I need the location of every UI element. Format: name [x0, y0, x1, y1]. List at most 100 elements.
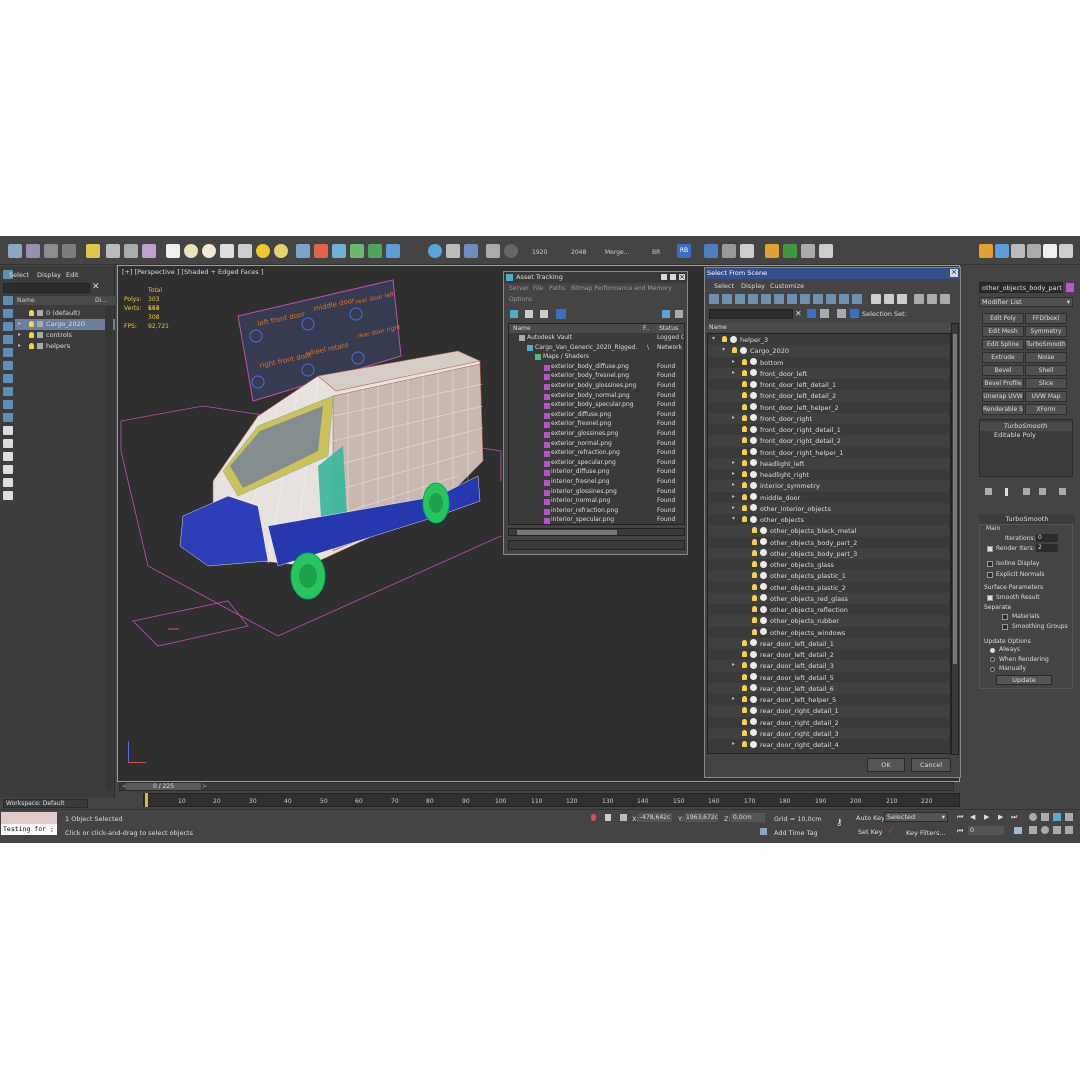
- asset-row[interactable]: interior_glossines.png Found: [509, 488, 684, 498]
- table-view-icon[interactable]: [556, 309, 566, 319]
- expand-arrow-icon[interactable]: ▸: [732, 414, 735, 421]
- smooth-result-checkbox[interactable]: [987, 595, 993, 601]
- key-icon[interactable]: ⚷: [836, 818, 843, 828]
- prev-frame-icon[interactable]: ◀: [970, 813, 975, 821]
- menu-customize[interactable]: Customize: [770, 282, 804, 290]
- light-bulb-icon[interactable]: [742, 729, 747, 736]
- menu-paths[interactable]: Paths: [549, 285, 565, 292]
- scene-object-row[interactable]: ▾ other_objects: [708, 514, 950, 525]
- explorer-search-input[interactable]: [3, 283, 90, 293]
- filter-icon[interactable]: [3, 491, 13, 500]
- expand-arrow-icon[interactable]: ▸: [732, 504, 735, 511]
- menu-select[interactable]: Select: [714, 282, 734, 290]
- light-bulb-icon[interactable]: [752, 527, 757, 534]
- snap-icon[interactable]: [296, 244, 310, 258]
- layers-icon[interactable]: [837, 309, 846, 318]
- select-from-scene-titlebar[interactable]: Select From Scene ×: [705, 268, 960, 279]
- filter-icon[interactable]: [3, 374, 13, 383]
- modifier-button[interactable]: Unwrap UVW: [982, 391, 1024, 402]
- light-bulb-icon[interactable]: [742, 437, 747, 444]
- scene-object-row[interactable]: front_door_right_helper_1: [708, 447, 950, 458]
- close-icon[interactable]: ×: [678, 273, 686, 281]
- play-icon[interactable]: ▶: [984, 813, 989, 821]
- asset-row[interactable]: exterior_body_normal.png Found: [509, 392, 684, 402]
- box-icon[interactable]: [166, 244, 180, 258]
- expand-arrow-icon[interactable]: ▸: [732, 493, 735, 500]
- asset-row[interactable]: exterior_normal.png Found: [509, 440, 684, 450]
- clear-search-icon[interactable]: ✕: [795, 309, 802, 318]
- iterations-spinner[interactable]: 0: [1036, 534, 1058, 542]
- modifier-button[interactable]: UVW Map: [1025, 391, 1067, 402]
- expand-arrow-icon[interactable]: ▸: [732, 740, 735, 747]
- time-config-icon[interactable]: [1014, 827, 1022, 834]
- fov-icon[interactable]: [1053, 826, 1061, 834]
- workspace-selector[interactable]: Workspace: Default: [3, 799, 88, 808]
- mirror-icon[interactable]: [314, 244, 328, 258]
- col-f[interactable]: F..: [643, 325, 649, 332]
- layer-row[interactable]: 0 (default): [15, 308, 115, 319]
- filter-bones-icon[interactable]: [813, 294, 823, 304]
- utilities-tab-icon[interactable]: [1059, 244, 1073, 258]
- render-icon[interactable]: [486, 244, 500, 258]
- filter-icon[interactable]: [3, 413, 13, 422]
- object-name-field[interactable]: other_objects_body_part_2: [979, 282, 1063, 293]
- menu-server[interactable]: Server: [509, 285, 529, 292]
- scene-object-row[interactable]: ▸ rear_door_left_detail_3: [708, 660, 950, 672]
- asset-row[interactable]: exterior_refraction.png Found: [509, 449, 684, 459]
- render-setup-icon[interactable]: [446, 244, 460, 258]
- light-bulb-icon[interactable]: [752, 572, 757, 579]
- expand-arrow-icon[interactable]: ▸: [18, 331, 21, 338]
- modifier-button[interactable]: Slice: [1025, 378, 1067, 389]
- menu-display[interactable]: Display: [741, 282, 765, 290]
- display-tab-icon[interactable]: [1043, 244, 1057, 258]
- hierarchy-tab-icon[interactable]: [1011, 244, 1025, 258]
- absolute-mode-icon[interactable]: [620, 814, 627, 821]
- scene-object-row[interactable]: ▸ front_door_right: [708, 412, 950, 424]
- scene-object-row[interactable]: ▸ rear_door_left_helper_5: [708, 694, 950, 705]
- scene-object-row[interactable]: other_objects_glass: [708, 559, 950, 570]
- light-bulb-icon[interactable]: [29, 321, 34, 327]
- scene-object-row[interactable]: other_objects_plastic_1: [708, 570, 950, 582]
- isoline-checkbox[interactable]: [987, 561, 993, 567]
- scene-object-row[interactable]: front_door_left_helper_2: [708, 402, 950, 413]
- make-unique-icon[interactable]: [1023, 488, 1030, 495]
- modifier-button[interactable]: Renderable Spline: [982, 404, 1024, 415]
- select-all-icon[interactable]: [871, 294, 881, 304]
- filter-shapes-icon[interactable]: [722, 294, 732, 304]
- refresh-icon[interactable]: [510, 310, 518, 318]
- expand-arrow-icon[interactable]: ▸: [732, 470, 735, 477]
- menu-display[interactable]: Display: [37, 271, 61, 279]
- scene-object-row[interactable]: ▾ Cargo_2020: [708, 345, 950, 357]
- help-icon[interactable]: [504, 244, 518, 258]
- col-name[interactable]: Name: [17, 297, 35, 304]
- next-frame-icon[interactable]: ▶: [998, 813, 1003, 821]
- light-bulb-icon[interactable]: [742, 426, 747, 432]
- filter-icon[interactable]: [3, 426, 13, 435]
- modifier-button[interactable]: TurboSmooth: [1025, 339, 1067, 350]
- light-bulb-icon[interactable]: [29, 310, 34, 316]
- clear-search-icon[interactable]: ✕: [92, 282, 100, 292]
- modify-tab-icon[interactable]: [995, 244, 1009, 258]
- asset-row[interactable]: exterior_specular.png Found: [509, 459, 684, 469]
- modifier-button[interactable]: Edit Spline: [982, 339, 1024, 350]
- scene-object-row[interactable]: ▸ other_interior_objects: [708, 502, 950, 514]
- add-time-tag[interactable]: Add Time Tag: [774, 829, 818, 837]
- funnel-clear-icon[interactable]: [927, 294, 937, 304]
- light-bulb-icon[interactable]: [752, 594, 757, 601]
- link-icon[interactable]: [44, 244, 58, 258]
- current-frame-field[interactable]: 0: [968, 826, 1004, 835]
- orbit-icon[interactable]: [1041, 826, 1049, 834]
- lock-selection-icon[interactable]: [605, 814, 611, 821]
- scene-object-row[interactable]: ▸ front_door_left: [708, 367, 950, 379]
- collapse-arrow-icon[interactable]: ▾: [712, 335, 715, 342]
- materials-checkbox[interactable]: [1002, 614, 1008, 620]
- layer-row[interactable]: ▸ helpers: [15, 341, 115, 352]
- scene-object-row[interactable]: other_objects_rubber: [708, 615, 950, 627]
- light-bulb-icon[interactable]: [742, 696, 747, 702]
- light-bulb-icon[interactable]: [742, 358, 747, 365]
- light-bulb-icon[interactable]: [742, 493, 747, 500]
- menu-bitmap-performance[interactable]: Bitmap Performance and Memory: [571, 285, 672, 292]
- filter-geometry-icon[interactable]: [709, 294, 719, 304]
- asset-tracking-titlebar[interactable]: Asset Tracking ×: [504, 272, 687, 283]
- filter-icon[interactable]: [3, 309, 13, 318]
